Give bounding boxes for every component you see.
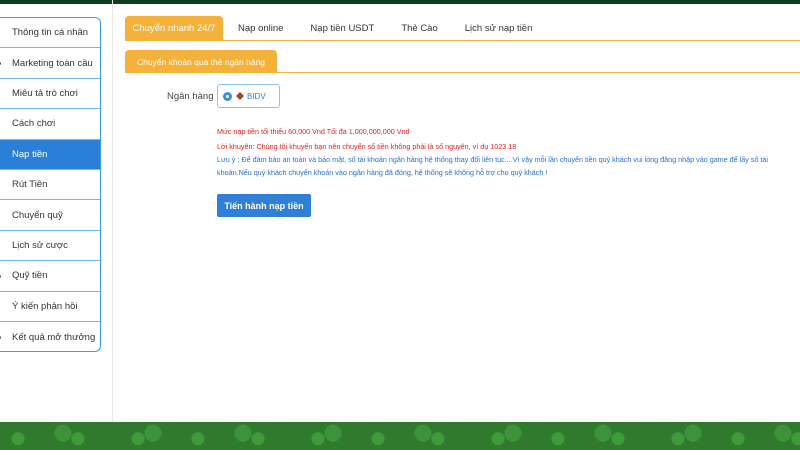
notice-note-line1: Lưu ý : Để đảm bảo an toàn và bảo mật, s… <box>217 155 769 164</box>
sidebar-item-bet-history[interactable]: Lịch sử cược <box>0 231 100 262</box>
sidebar-item-label: Ý kiến phản hồi <box>12 300 78 312</box>
sidebar-item-label: Chuyển quỹ <box>12 209 63 221</box>
bullet-icon <box>0 62 1 66</box>
bank-name: BIDV <box>247 91 266 101</box>
bullet-icon <box>0 336 1 340</box>
sidebar-item-transfer[interactable]: Chuyển quỹ <box>0 200 100 231</box>
top-strip <box>0 0 800 4</box>
sidebar-item-label: Rút Tiền <box>12 179 48 191</box>
sidebar-item-withdraw[interactable]: Rút Tiền <box>0 170 100 201</box>
deposit-tabs: Chuyển nhanh 24/7 Nạp online Nạp tiền US… <box>125 16 800 41</box>
tab-scratch-card[interactable]: Thẻ Cào <box>389 16 449 40</box>
sidebar-item-fund[interactable]: Quỹ tiền <box>0 261 100 292</box>
sidebar-item-label: Miêu tả trò chơi <box>12 87 78 99</box>
sidebar-item-label: Cách chơi <box>12 118 56 130</box>
tab-deposit-history[interactable]: Lịch sử nạp tiền <box>453 16 545 40</box>
sidebar-item-label: Nạp tiền <box>12 148 48 160</box>
sidebar-item-personal-info[interactable]: Thông tin cá nhân <box>0 18 100 49</box>
sidebar-item-label: Kết quả mở thưởng <box>12 331 96 343</box>
sidebar-item-results[interactable]: Kết quả mở thưởng <box>0 322 100 351</box>
sidebar-item-label: Lịch sử cược <box>12 239 68 251</box>
sidebar-item-feedback[interactable]: Ý kiến phản hồi <box>0 292 100 322</box>
sidebar-item-label: Thông tin cá nhân <box>12 27 89 39</box>
proceed-deposit-button[interactable]: Tiến hành nạp tiền <box>217 194 311 217</box>
radio-selected-icon <box>223 91 232 101</box>
sidebar-menu: Thông tin cá nhân Marketing toàn cầu Miê… <box>0 17 101 352</box>
bank-option-bidv[interactable]: BIDV <box>217 84 280 108</box>
subtab-bank-card-transfer[interactable]: Chuyển khoản qua thẻ ngân hàng <box>125 50 277 73</box>
sidebar-item-label: Quỹ tiền <box>12 270 48 282</box>
notice-note-line2: khoản.Nếu quý khách chuyển khoản vào ngâ… <box>217 168 548 177</box>
panel-divider <box>112 0 113 422</box>
sidebar-item-global-marketing[interactable]: Marketing toàn cầu <box>0 48 100 79</box>
tab-usdt-deposit[interactable]: Nạp tiền USDT <box>298 16 386 40</box>
bidv-logo-icon <box>236 92 244 100</box>
tab-online-deposit[interactable]: Nạp online <box>226 16 295 40</box>
notice-min-max: Mức nạp tiền tối thiểu 60,000 Vnd Tối đa… <box>217 127 410 136</box>
bank-label: Ngân hàng <box>167 91 214 102</box>
sidebar-item-how-to-play[interactable]: Cách chơi <box>0 109 100 140</box>
sidebar-item-label: Marketing toàn cầu <box>12 57 93 69</box>
footer-banner <box>0 422 800 450</box>
bullet-icon <box>0 274 1 278</box>
sidebar-item-game-description[interactable]: Miêu tả trò chơi <box>0 79 100 110</box>
subtab-bar: Chuyển khoản qua thẻ ngân hàng <box>125 50 800 73</box>
sidebar-item-deposit[interactable]: Nạp tiền <box>0 139 100 170</box>
tab-fast-transfer[interactable]: Chuyển nhanh 24/7 <box>125 16 223 40</box>
notice-advice: Lời khuyên: Chúng tôi khuyến bạn nên chu… <box>217 142 517 151</box>
